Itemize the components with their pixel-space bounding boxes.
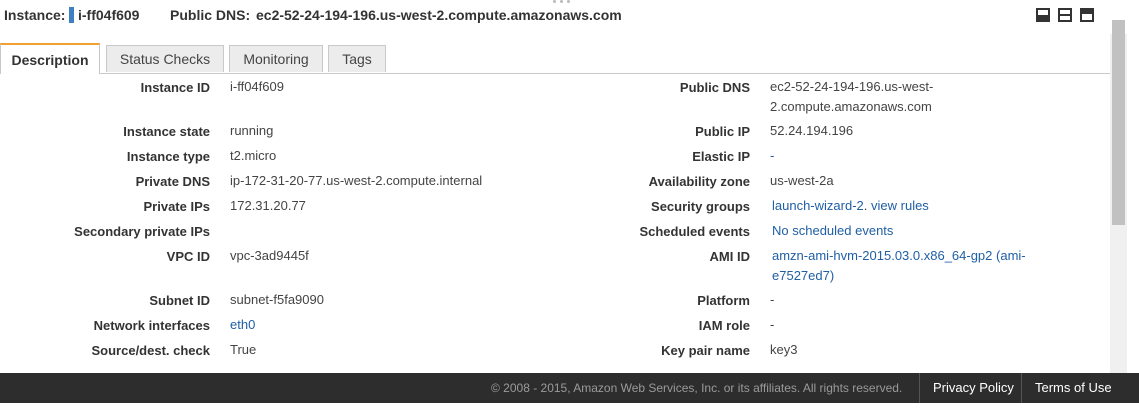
page-footer: © 2008 - 2015, Amazon Web Services, Inc.… <box>0 373 1139 403</box>
field-label-private-dns: Private DNS <box>135 174 210 189</box>
field-label-ami-id: AMI ID <box>709 249 750 264</box>
field-value-public-ip: 52.24.194.196 <box>770 123 854 138</box>
field-value-instance-type: t2.micro <box>230 148 277 163</box>
field-label-availability-zone: Availability zone <box>648 174 750 189</box>
tab-status-checks[interactable]: Status Checks <box>106 45 224 72</box>
field-label-iam-role: IAM role <box>698 318 750 333</box>
field-value-platform: - <box>770 292 775 307</box>
field-value-iam-role: - <box>770 317 775 332</box>
security-groups-value: launch-wizard-2. view rules <box>772 196 929 216</box>
footer-divider <box>919 373 920 403</box>
instance-label: Instance: <box>4 7 66 23</box>
view-rules-link[interactable]: view rules <box>871 198 929 213</box>
drag-handle[interactable] <box>553 0 573 4</box>
terms-of-use-link[interactable]: Terms of Use <box>1035 380 1112 395</box>
field-value-private-dns: ip-172-31-20-77.us-west-2.compute.intern… <box>230 173 483 188</box>
field-label-instance-id: Instance ID <box>140 80 210 95</box>
scrollbar-thumb[interactable] <box>1112 20 1125 225</box>
ami-id-link-line2[interactable]: e7527ed7) <box>772 266 834 286</box>
field-value-subnet-id: subnet-f5fa9090 <box>230 292 324 307</box>
field-label-subnet-id: Subnet ID <box>149 293 210 308</box>
network-interface-link[interactable]: eth0 <box>230 315 255 335</box>
field-label-instance-type: Instance type <box>126 149 210 164</box>
maximize-panel-icon[interactable] <box>1080 8 1094 22</box>
restore-panel-icon[interactable] <box>1058 8 1072 22</box>
field-label-elastic-ip: Elastic IP <box>692 149 750 164</box>
field-label-private-ips: Private IPs <box>143 199 211 214</box>
instance-id-header: i-ff04f609 <box>78 7 140 23</box>
ami-id-link-line1[interactable]: amzn-ami-hvm-2015.03.0.x86_64-gp2 (ami- <box>772 246 1026 266</box>
field-label-instance-state: Instance state <box>123 124 210 139</box>
public-dns-header: ec2-52-24-194-196.us-west-2.compute.amaz… <box>256 7 622 23</box>
tab-monitoring[interactable]: Monitoring <box>229 45 323 72</box>
field-label-security-groups: Security groups <box>651 199 750 214</box>
field-value-public-dns-line1: ec2-52-24-194-196.us-west- <box>770 79 934 94</box>
field-label-source-dest-check: Source/dest. check <box>91 343 211 358</box>
field-value-instance-id: i-ff04f609 <box>230 79 284 94</box>
field-label-scheduled-events: Scheduled events <box>639 224 750 239</box>
instance-status-marker <box>69 7 74 23</box>
panel-size-controls <box>1036 8 1094 22</box>
footer-divider <box>1021 373 1022 403</box>
field-value-availability-zone: us-west-2a <box>770 173 834 188</box>
security-group-link[interactable]: launch-wizard-2 <box>772 198 864 213</box>
field-value-key-pair-name: key3 <box>770 342 798 357</box>
tab-description[interactable]: Description <box>0 43 100 74</box>
minimize-panel-icon[interactable] <box>1036 8 1050 22</box>
field-label-public-ip: Public IP <box>695 124 750 139</box>
field-value-source-dest-check: True <box>230 342 257 357</box>
field-label-platform: Platform <box>697 293 750 308</box>
tab-tags[interactable]: Tags <box>328 45 386 72</box>
security-group-separator: . <box>863 198 868 213</box>
privacy-policy-link[interactable]: Privacy Policy <box>933 380 1014 395</box>
field-value-public-dns-line2: 2.compute.amazonaws.com <box>770 99 932 114</box>
detail-tabs: Description Status Checks Monitoring Tag… <box>0 43 1110 74</box>
field-label-public-dns: Public DNS <box>679 80 750 95</box>
instance-header: Instance: i-ff04f609 Public DNS: ec2-52-… <box>0 0 1139 34</box>
field-label-network-interfaces: Network interfaces <box>93 318 210 333</box>
footer-bottom-strip <box>0 403 1139 411</box>
copyright-text: © 2008 - 2015, Amazon Web Services, Inc.… <box>491 381 903 395</box>
field-value-vpc-id: vpc-3ad9445f <box>230 248 309 263</box>
scheduled-events-link[interactable]: No scheduled events <box>772 221 893 241</box>
elastic-ip-link[interactable]: - <box>770 146 774 166</box>
field-value-private-ips: 172.31.20.77 <box>230 198 306 213</box>
field-label-key-pair-name: Key pair name <box>661 343 750 358</box>
field-label-secondary-private-ips: Secondary private IPs <box>74 224 210 239</box>
public-dns-label: Public DNS: <box>170 7 251 23</box>
field-value-instance-state: running <box>230 123 274 138</box>
field-label-vpc-id: VPC ID <box>166 249 210 264</box>
